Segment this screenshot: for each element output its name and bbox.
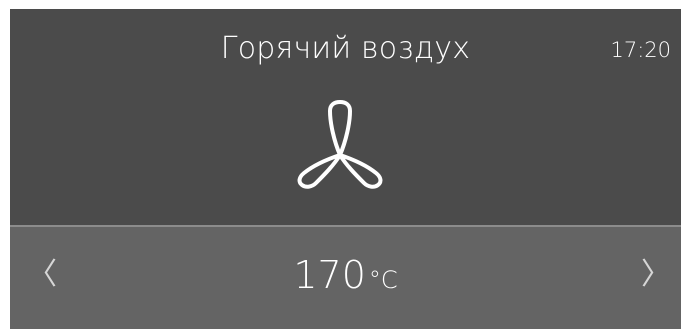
clock: 17:20 [610,38,671,62]
temperature-value: 170 [293,253,366,297]
mode-title: Горячий воздух [220,31,471,66]
temperature-display[interactable]: 170 °C [10,253,681,297]
oven-display: Горячий воздух 17:20 〈 170 °C 〉 [10,9,681,329]
temperature-panel: 〈 170 °C 〉 [10,227,681,329]
temperature-unit: °C [368,266,398,294]
fan-icon [297,100,383,189]
chevron-right-icon[interactable]: 〉 [641,255,671,295]
mode-panel: Горячий воздух 17:20 [10,9,681,225]
